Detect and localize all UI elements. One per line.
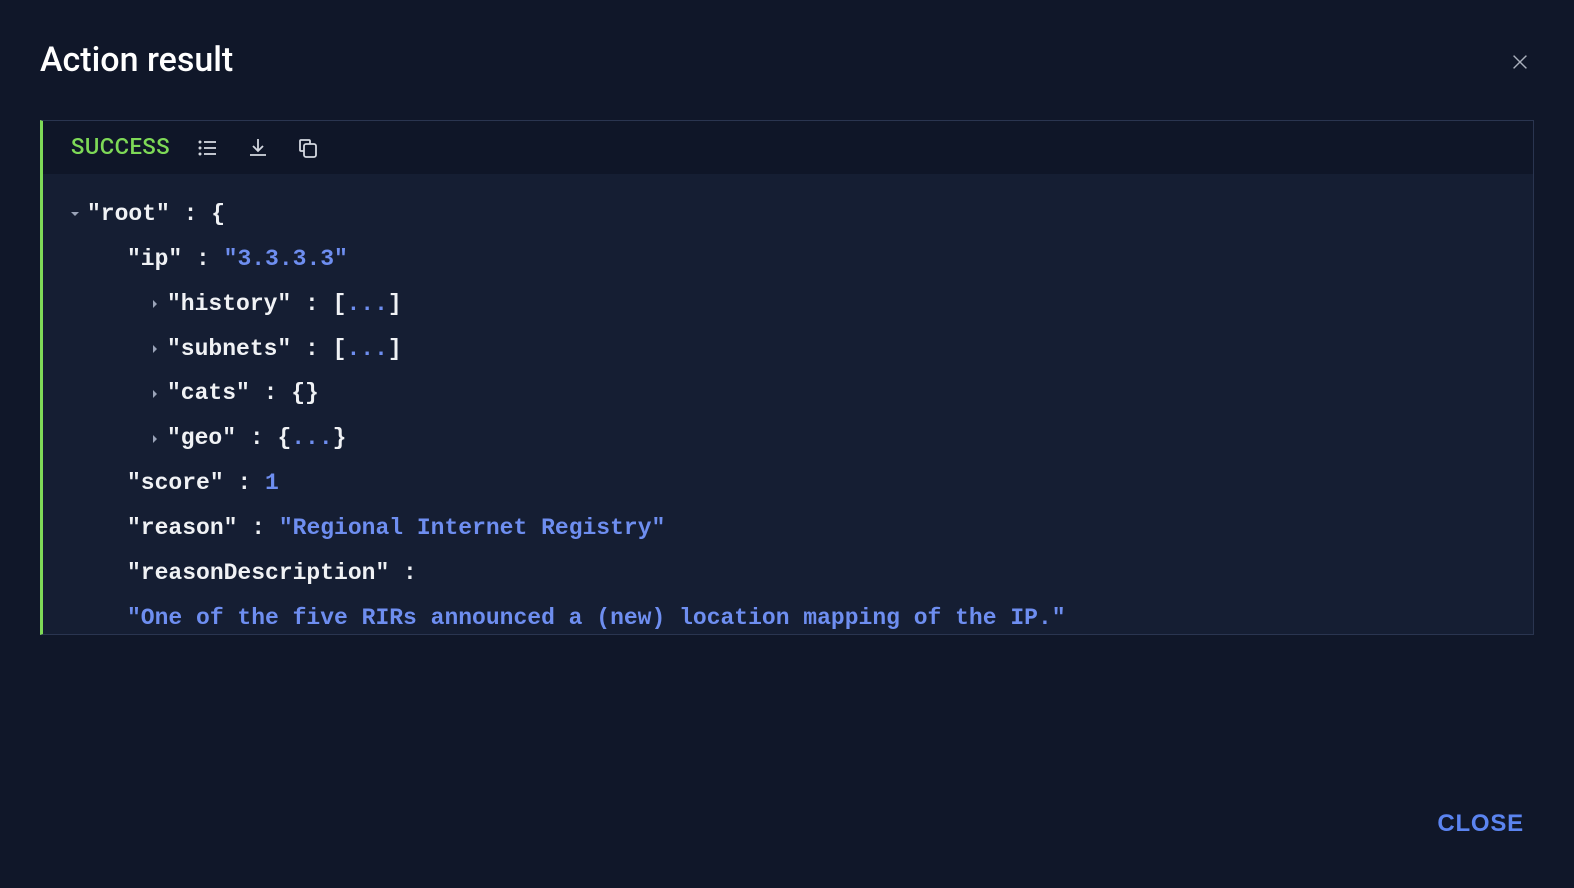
json-key: "geo": [167, 416, 236, 461]
caret-right-icon[interactable]: [145, 388, 165, 400]
close-button[interactable]: CLOSE: [1437, 810, 1524, 838]
json-row-reason[interactable]: "reason" : "Regional Internet Registry": [65, 506, 1511, 551]
json-viewer[interactable]: "root" : { "ip" : "3.3.3.3" "history" : …: [43, 174, 1533, 634]
json-value: 1: [265, 461, 279, 506]
result-panel: SUCCESS: [40, 120, 1534, 635]
json-row-subnets[interactable]: "subnets" : [...]: [65, 327, 1511, 372]
json-key: "reasonDescription": [127, 551, 389, 596]
json-row-reason-description-val[interactable]: "One of the five RIRs announced a (new) …: [65, 596, 1511, 634]
json-key: "subnets": [167, 327, 291, 372]
download-icon[interactable]: [246, 136, 270, 160]
json-row-cats[interactable]: "cats" : {}: [65, 371, 1511, 416]
json-row-history[interactable]: "history" : [...]: [65, 282, 1511, 327]
caret-right-icon[interactable]: [145, 433, 165, 445]
json-key: "history": [167, 282, 291, 327]
json-key: "root": [87, 192, 170, 237]
json-row-root[interactable]: "root" : {: [65, 192, 1511, 237]
json-key: "reason": [127, 506, 237, 551]
json-value: "One of the five RIRs announced a (new) …: [127, 596, 1066, 634]
caret-right-icon[interactable]: [145, 298, 165, 310]
json-key: "ip": [127, 237, 182, 282]
json-row-geo[interactable]: "geo" : {...}: [65, 416, 1511, 461]
list-icon[interactable]: [196, 136, 220, 160]
json-key: "score": [127, 461, 224, 506]
json-brace: {}: [291, 371, 319, 416]
status-badge: SUCCESS: [71, 135, 170, 160]
caret-down-icon[interactable]: [65, 208, 85, 220]
modal-footer: CLOSE: [40, 790, 1534, 848]
action-result-modal: Action result SUCCESS: [0, 0, 1574, 888]
json-value: "Regional Internet Registry": [279, 506, 665, 551]
close-icon[interactable]: [1506, 48, 1534, 76]
json-row-score[interactable]: "score" : 1: [65, 461, 1511, 506]
result-panel-header: SUCCESS: [43, 121, 1533, 174]
caret-right-icon[interactable]: [145, 343, 165, 355]
json-key: "cats": [167, 371, 250, 416]
json-brace: {: [211, 192, 225, 237]
modal-title: Action result: [40, 40, 233, 80]
json-row-reason-description-key[interactable]: "reasonDescription" :: [65, 551, 1511, 596]
json-row-ip[interactable]: "ip" : "3.3.3.3": [65, 237, 1511, 282]
modal-header: Action result: [40, 40, 1534, 80]
json-value: "3.3.3.3": [224, 237, 348, 282]
copy-icon[interactable]: [296, 136, 320, 160]
